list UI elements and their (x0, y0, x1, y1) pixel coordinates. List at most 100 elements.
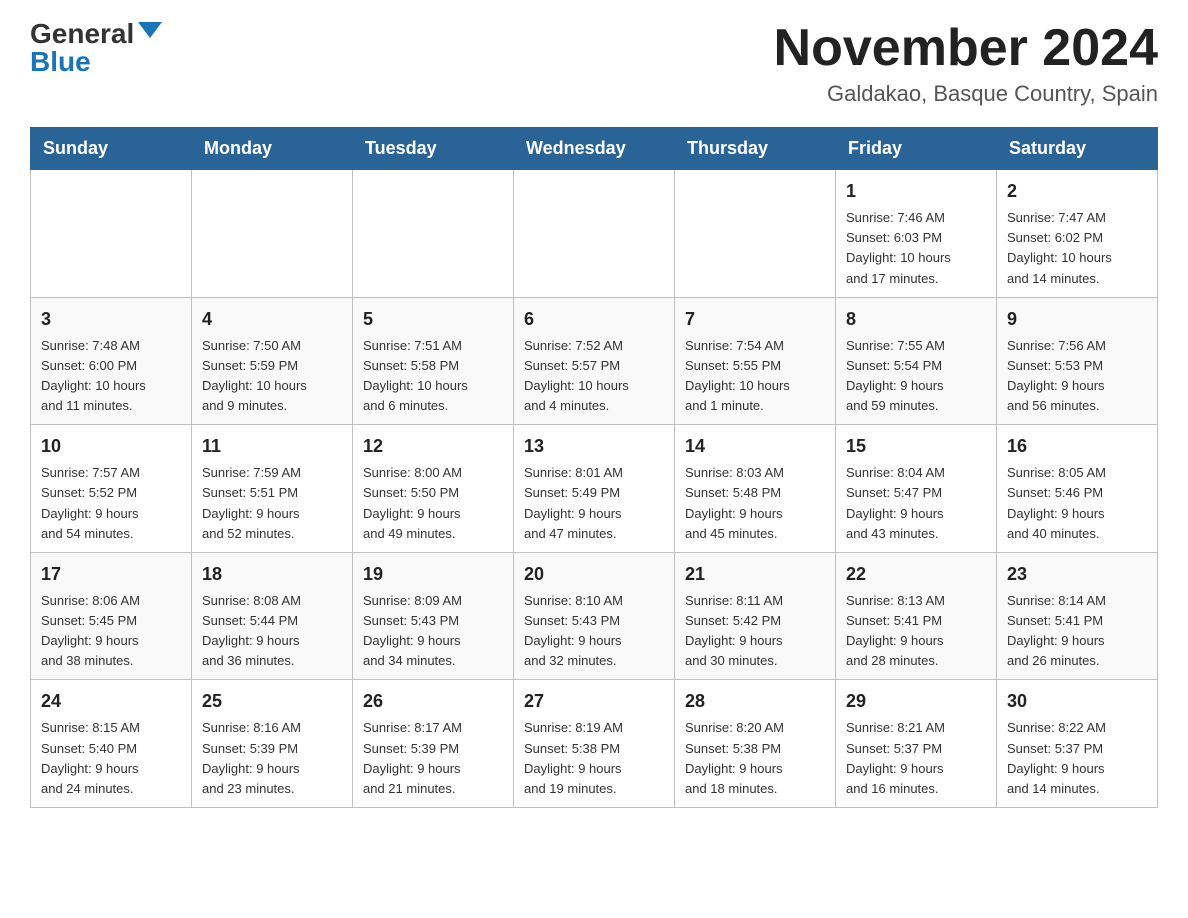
day-number: 12 (363, 433, 503, 460)
day-info: Sunrise: 7:48 AM Sunset: 6:00 PM Dayligh… (41, 336, 181, 417)
day-info: Sunrise: 8:09 AM Sunset: 5:43 PM Dayligh… (363, 591, 503, 672)
calendar-cell (192, 170, 353, 298)
day-number: 6 (524, 306, 664, 333)
day-info: Sunrise: 8:00 AM Sunset: 5:50 PM Dayligh… (363, 463, 503, 544)
calendar-cell: 17 Sunrise: 8:06 AM Sunset: 5:45 PM Dayli… (31, 552, 192, 680)
day-info: Sunrise: 8:11 AM Sunset: 5:42 PM Dayligh… (685, 591, 825, 672)
day-info: Sunrise: 7:51 AM Sunset: 5:58 PM Dayligh… (363, 336, 503, 417)
day-number: 1 (846, 178, 986, 205)
day-number: 29 (846, 688, 986, 715)
calendar-cell: 28Sunrise: 8:20 AM Sunset: 5:38 PM Dayli… (675, 680, 836, 808)
title-block: November 2024 Galdakao, Basque Country, … (774, 20, 1158, 107)
day-number: 5 (363, 306, 503, 333)
day-info: Sunrise: 7:54 AM Sunset: 5:55 PM Dayligh… (685, 336, 825, 417)
day-number: 4 (202, 306, 342, 333)
day-info: Sunrise: 8:10 AM Sunset: 5:43 PM Dayligh… (524, 591, 664, 672)
day-number: 23 (1007, 561, 1147, 588)
weekday-header-saturday: Saturday (997, 128, 1158, 170)
calendar-cell: 29 Sunrise: 8:21 AM Sunset: 5:37 PM Dayli… (836, 680, 997, 808)
calendar-week-row: 3 Sunrise: 7:48 AM Sunset: 6:00 PM Daylig… (31, 297, 1158, 425)
calendar-cell: 3 Sunrise: 7:48 AM Sunset: 6:00 PM Daylig… (31, 297, 192, 425)
day-info: Sunrise: 8:14 AM Sunset: 5:41 PM Dayligh… (1007, 591, 1147, 672)
day-info: Sunrise: 7:59 AM Sunset: 5:51 PM Dayligh… (202, 463, 342, 544)
day-info: Sunrise: 7:57 AM Sunset: 5:52 PM Dayligh… (41, 463, 181, 544)
calendar-cell: 25 Sunrise: 8:16 AM Sunset: 5:39 PM Dayli… (192, 680, 353, 808)
calendar-cell: 20 Sunrise: 8:10 AM Sunset: 5:43 PM Dayli… (514, 552, 675, 680)
weekday-header-tuesday: Tuesday (353, 128, 514, 170)
day-number: 11 (202, 433, 342, 460)
weekday-header-wednesday: Wednesday (514, 128, 675, 170)
day-number: 3 (41, 306, 181, 333)
day-number: 25 (202, 688, 342, 715)
day-number: 14 (685, 433, 825, 460)
calendar-cell: 8 Sunrise: 7:55 AM Sunset: 5:54 PM Daylig… (836, 297, 997, 425)
weekday-header-friday: Friday (836, 128, 997, 170)
calendar-cell: 21 Sunrise: 8:11 AM Sunset: 5:42 PM Dayli… (675, 552, 836, 680)
calendar-cell: 14 Sunrise: 8:03 AM Sunset: 5:48 PM Dayli… (675, 425, 836, 553)
calendar-cell: 6 Sunrise: 7:52 AM Sunset: 5:57 PM Daylig… (514, 297, 675, 425)
page-header: General Blue November 2024 Galdakao, Bas… (30, 20, 1158, 107)
day-info: Sunrise: 8:13 AM Sunset: 5:41 PM Dayligh… (846, 591, 986, 672)
calendar-cell: 19 Sunrise: 8:09 AM Sunset: 5:43 PM Dayli… (353, 552, 514, 680)
day-number: 22 (846, 561, 986, 588)
day-number: 19 (363, 561, 503, 588)
calendar-cell: 10 Sunrise: 7:57 AM Sunset: 5:52 PM Dayli… (31, 425, 192, 553)
calendar-cell: 22 Sunrise: 8:13 AM Sunset: 5:41 PM Dayli… (836, 552, 997, 680)
location-subtitle: Galdakao, Basque Country, Spain (774, 81, 1158, 107)
day-number: 27 (524, 688, 664, 715)
day-number: 7 (685, 306, 825, 333)
calendar-cell (31, 170, 192, 298)
day-info: Sunrise: 8:01 AM Sunset: 5:49 PM Dayligh… (524, 463, 664, 544)
calendar-cell: 1 Sunrise: 7:46 AM Sunset: 6:03 PM Daylig… (836, 170, 997, 298)
calendar-cell: 2 Sunrise: 7:47 AM Sunset: 6:02 PM Daylig… (997, 170, 1158, 298)
day-info: Sunrise: 7:55 AM Sunset: 5:54 PM Dayligh… (846, 336, 986, 417)
weekday-header-monday: Monday (192, 128, 353, 170)
day-number: 17 (41, 561, 181, 588)
calendar-cell: 24Sunrise: 8:15 AM Sunset: 5:40 PM Dayli… (31, 680, 192, 808)
day-info: Sunrise: 8:17 AM Sunset: 5:39 PM Dayligh… (363, 718, 503, 799)
calendar-table: SundayMondayTuesdayWednesdayThursdayFrid… (30, 127, 1158, 808)
month-title: November 2024 (774, 20, 1158, 77)
day-info: Sunrise: 7:47 AM Sunset: 6:02 PM Dayligh… (1007, 208, 1147, 289)
day-number: 30 (1007, 688, 1147, 715)
logo-blue-text: Blue (30, 48, 91, 76)
calendar-week-row: 17 Sunrise: 8:06 AM Sunset: 5:45 PM Dayli… (31, 552, 1158, 680)
calendar-week-row: 10 Sunrise: 7:57 AM Sunset: 5:52 PM Dayli… (31, 425, 1158, 553)
day-number: 8 (846, 306, 986, 333)
day-info: Sunrise: 8:20 AM Sunset: 5:38 PM Dayligh… (685, 718, 825, 799)
day-number: 21 (685, 561, 825, 588)
calendar-header-row: SundayMondayTuesdayWednesdayThursdayFrid… (31, 128, 1158, 170)
logo-general-text: General (30, 20, 134, 48)
day-number: 18 (202, 561, 342, 588)
day-info: Sunrise: 8:15 AM Sunset: 5:40 PM Dayligh… (41, 718, 181, 799)
calendar-cell: 27 Sunrise: 8:19 AM Sunset: 5:38 PM Dayli… (514, 680, 675, 808)
day-number: 10 (41, 433, 181, 460)
logo: General Blue (30, 20, 162, 76)
calendar-cell: 30 Sunrise: 8:22 AM Sunset: 5:37 PM Dayli… (997, 680, 1158, 808)
day-number: 13 (524, 433, 664, 460)
calendar-cell (514, 170, 675, 298)
calendar-cell: 26Sunrise: 8:17 AM Sunset: 5:39 PM Dayli… (353, 680, 514, 808)
day-number: 20 (524, 561, 664, 588)
day-info: Sunrise: 8:08 AM Sunset: 5:44 PM Dayligh… (202, 591, 342, 672)
day-number: 15 (846, 433, 986, 460)
day-info: Sunrise: 7:52 AM Sunset: 5:57 PM Dayligh… (524, 336, 664, 417)
day-number: 2 (1007, 178, 1147, 205)
day-info: Sunrise: 8:04 AM Sunset: 5:47 PM Dayligh… (846, 463, 986, 544)
calendar-cell: 4Sunrise: 7:50 AM Sunset: 5:59 PM Daylig… (192, 297, 353, 425)
day-info: Sunrise: 7:46 AM Sunset: 6:03 PM Dayligh… (846, 208, 986, 289)
day-number: 9 (1007, 306, 1147, 333)
day-info: Sunrise: 8:21 AM Sunset: 5:37 PM Dayligh… (846, 718, 986, 799)
weekday-header-thursday: Thursday (675, 128, 836, 170)
calendar-cell: 11 Sunrise: 7:59 AM Sunset: 5:51 PM Dayli… (192, 425, 353, 553)
calendar-week-row: 1 Sunrise: 7:46 AM Sunset: 6:03 PM Daylig… (31, 170, 1158, 298)
calendar-cell: 5 Sunrise: 7:51 AM Sunset: 5:58 PM Daylig… (353, 297, 514, 425)
day-info: Sunrise: 8:03 AM Sunset: 5:48 PM Dayligh… (685, 463, 825, 544)
day-info: Sunrise: 7:56 AM Sunset: 5:53 PM Dayligh… (1007, 336, 1147, 417)
day-number: 16 (1007, 433, 1147, 460)
day-info: Sunrise: 8:22 AM Sunset: 5:37 PM Dayligh… (1007, 718, 1147, 799)
day-info: Sunrise: 8:19 AM Sunset: 5:38 PM Dayligh… (524, 718, 664, 799)
day-info: Sunrise: 8:16 AM Sunset: 5:39 PM Dayligh… (202, 718, 342, 799)
logo-triangle-icon (138, 22, 162, 38)
day-info: Sunrise: 8:06 AM Sunset: 5:45 PM Dayligh… (41, 591, 181, 672)
